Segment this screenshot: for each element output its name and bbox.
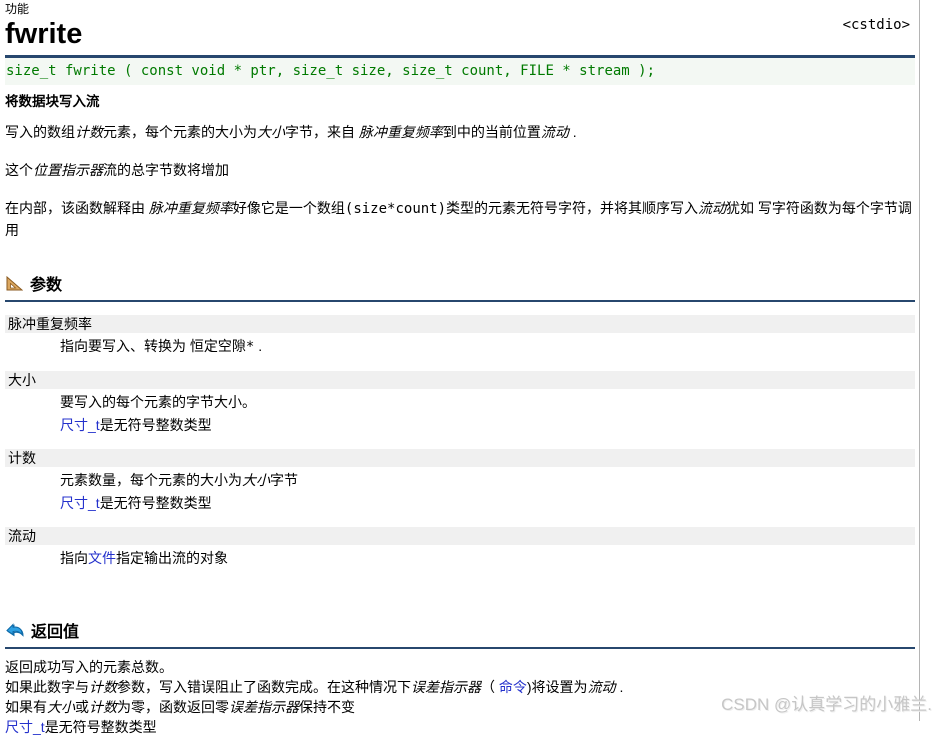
text-run: 流动 [540, 124, 569, 140]
param-description: 指向文件指定输出流的对象 [60, 548, 915, 568]
text-run: 类型的元素无符号字符，并将其顺序写入 [446, 200, 699, 216]
param-description: 指向要写入、转换为 恒定空隙* . [60, 336, 915, 357]
intro-paragraph: 写入的数组计数元素，每个元素的大小为大小字节，来自 脉冲重复频率到中的当前位置流… [5, 122, 915, 143]
text-run: 计数 [75, 124, 103, 140]
parameters-list: 脉冲重复频率 指向要写入、转换为 恒定空隙* . 大小 要写入的每个元素的字节大… [5, 315, 915, 568]
category-label: 功能 [5, 2, 30, 16]
param-description: 尺寸_t是无符号整数类型 [60, 415, 915, 435]
text-run: 到中的当前位置 [442, 124, 541, 140]
text-run: 保持不变 [299, 699, 355, 715]
text-run: 要写入的每个元素的字节大小。 [60, 394, 256, 410]
text-run: 大小 [242, 472, 270, 488]
text-run: 为零，函数返回零 [117, 699, 229, 715]
text-run: 指向 [60, 550, 88, 566]
intro-paragraph: 这个位置指示器流的总字节数将增加 [5, 160, 915, 181]
param-term: 流动 [5, 527, 915, 545]
text-run: 是无符号整数类型 [99, 417, 212, 433]
text-run: 如果有 [5, 699, 47, 715]
text-run: . [615, 679, 624, 695]
page-title: fwrite [5, 18, 83, 50]
text-run: 大小 [257, 124, 285, 140]
reference-page: 功能 fwrite <cstdio> size_t fwrite ( const… [0, 0, 940, 737]
csdn-watermark: CSDN @认真学习的小雅兰. [721, 695, 932, 714]
param-term: 大小 [5, 371, 915, 389]
text-run: 误差指示器 [229, 699, 299, 715]
text-run: . [568, 124, 577, 140]
text-run: 误差指示器 [411, 679, 481, 695]
text-run: （ [481, 679, 499, 695]
text-run: 参数，写入错误阻止了函数完成。在这种情况下 [117, 679, 411, 695]
text-run: 好像它是一个数组 [232, 200, 345, 216]
text-run: 流的总字节数将增加 [103, 162, 229, 178]
function-summary: 将数据块写入流 [5, 94, 100, 109]
text-run: 计数 [89, 679, 117, 695]
text-run: 元素数量，每个元素的大小为 [60, 472, 242, 488]
text-run: 位置指示器 [33, 162, 103, 178]
text-run: 字节，来自 [285, 124, 359, 140]
inline-link[interactable]: 尺寸_t [60, 417, 100, 433]
param-description: 元素数量，每个元素的大小为大小字节 [60, 470, 915, 490]
text-run: 流动 [587, 679, 616, 695]
text-run: 脉冲重复频率 [358, 124, 443, 140]
text-run: 恒定空隙* [189, 339, 255, 355]
function-prototype: size_t fwrite ( const void * ptr, size_t… [5, 58, 915, 85]
text-run: 是无符号整数类型 [44, 719, 157, 735]
param-description: 要写入的每个元素的字节大小。 [60, 392, 915, 412]
inline-link[interactable]: 尺寸_t [60, 495, 100, 511]
text-run: 字节 [270, 472, 298, 488]
text-run: 计数 [89, 699, 117, 715]
return-value-section-title: 返回值 [31, 624, 80, 641]
text-run: 指定输出流的对象 [116, 550, 228, 566]
include-header-ref: <cstdio> [842, 17, 910, 33]
param-term: 计数 [5, 449, 915, 467]
text-run: 是无符号整数类型 [99, 495, 212, 511]
text-run: 返回成功写入的元素总数。 [5, 659, 173, 675]
text-run: )将设置为 [526, 679, 588, 695]
text-run: 指向要写入、转换为 [60, 338, 190, 354]
text-run: 或 [75, 699, 89, 715]
text-run: . [254, 338, 263, 354]
parameters-section-title: 参数 [30, 277, 63, 294]
return-line: 尺寸_t是无符号整数类型 [5, 717, 915, 737]
return-arrow-icon [5, 622, 24, 638]
inline-link[interactable]: 文件 [88, 550, 116, 566]
intro-paragraph: 在内部，该函数解释由 脉冲重复频率好像它是一个数组(size*count)类型的… [5, 198, 915, 241]
set-square-icon [5, 275, 23, 291]
text-run: 这个 [5, 162, 33, 178]
param-term: 脉冲重复频率 [5, 315, 915, 333]
text-run: 大小 [47, 699, 75, 715]
text-run: 如果此数字与 [5, 679, 89, 695]
parameters-section-header: 参数 [5, 271, 915, 302]
text-run: 流动 [698, 200, 727, 216]
text-run: 元素，每个元素的大小为 [103, 124, 257, 140]
text-run: (size*count) [344, 201, 447, 217]
return-line: 返回成功写入的元素总数。 [5, 657, 915, 677]
return-value-section-header: 返回值 [5, 618, 915, 649]
page-right-border [919, 0, 920, 721]
inline-link[interactable]: 命令 [499, 679, 527, 695]
inline-link[interactable]: 尺寸_t [5, 719, 45, 735]
text-run: 在内部，该函数解释由 [5, 200, 149, 216]
param-description: 尺寸_t是无符号整数类型 [60, 493, 915, 513]
text-run: 脉冲重复频率 [148, 200, 233, 216]
text-run: 写入的数组 [5, 124, 75, 140]
